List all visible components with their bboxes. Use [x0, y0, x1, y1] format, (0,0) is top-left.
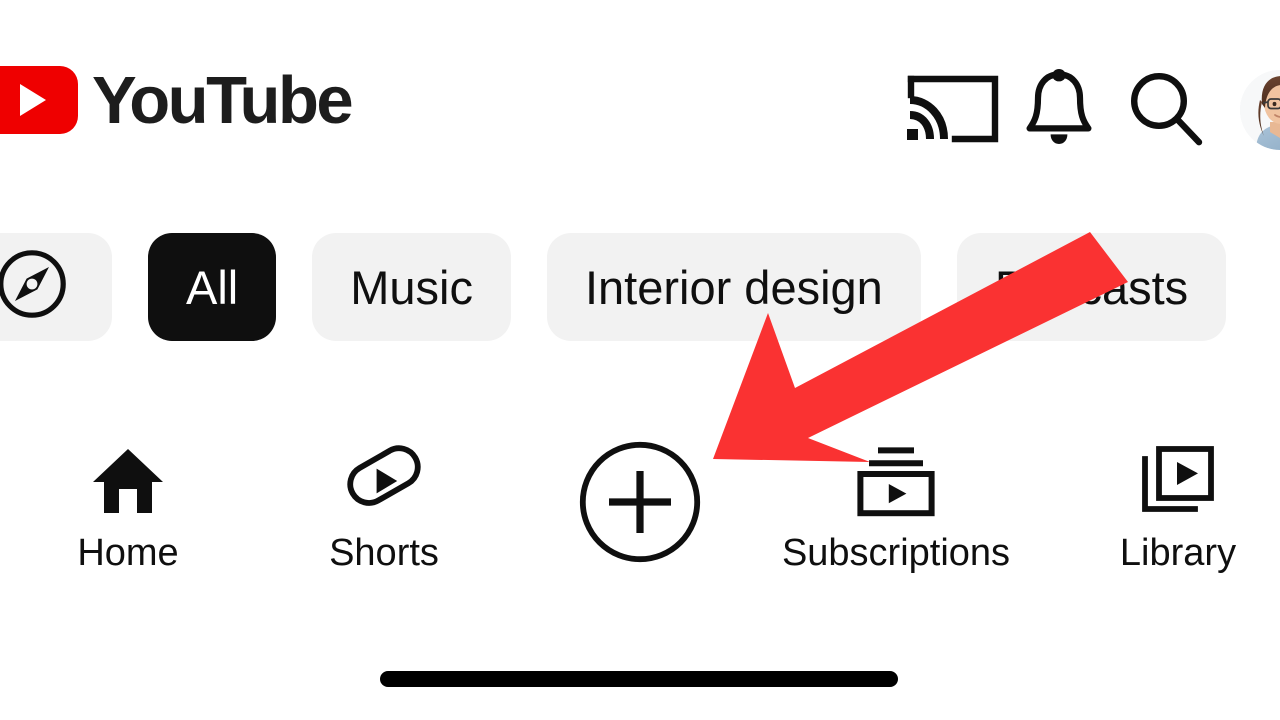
plus-circle-icon [579, 441, 701, 563]
chip-all-label: All [186, 260, 239, 314]
search-icon [1125, 69, 1205, 152]
app-bar-actions [900, 60, 1280, 160]
avatar[interactable] [1240, 70, 1280, 150]
chip-podcasts[interactable]: Podcasts [956, 233, 1227, 341]
play-triangle-icon [20, 84, 46, 116]
cast-button[interactable] [900, 60, 1006, 160]
nav-item-home-label: Home [77, 532, 179, 574]
notifications-button[interactable] [1006, 60, 1112, 160]
top-app-bar: YouTube [0, 0, 1280, 200]
nav-item-subscriptions-label: Subscriptions [781, 532, 1011, 574]
nav-item-home[interactable]: Home [0, 420, 256, 572]
home-icon [89, 442, 167, 520]
chip-explore[interactable] [0, 233, 112, 341]
subscriptions-icon [856, 442, 936, 520]
youtube-logo[interactable]: YouTube [0, 62, 354, 138]
shorts-icon [346, 442, 422, 520]
home-indicator [380, 671, 898, 687]
chip-music[interactable]: Music [312, 233, 511, 341]
nav-item-subscriptions[interactable]: Subscriptions [768, 420, 1024, 572]
youtube-app-screen: YouTube All Music Interior design Podcas… [0, 0, 1280, 720]
nav-item-library[interactable]: Library [1024, 420, 1280, 572]
bell-icon [1022, 68, 1096, 153]
chip-podcasts-label: Podcasts [994, 260, 1189, 314]
chip-music-label: Music [350, 260, 473, 314]
nav-item-library-label: Library [1119, 532, 1237, 574]
nav-item-shorts[interactable]: Shorts [256, 420, 512, 572]
youtube-play-badge-icon [0, 66, 78, 134]
chip-interior-design[interactable]: Interior design [546, 233, 921, 341]
nav-item-create[interactable] [512, 420, 768, 563]
cast-icon [907, 73, 999, 148]
youtube-wordmark: YouTube [92, 62, 354, 138]
search-button[interactable] [1112, 60, 1218, 160]
compass-icon [0, 247, 69, 328]
library-icon [1139, 442, 1217, 520]
category-chip-row[interactable]: All Music Interior design Podcasts [0, 228, 1280, 346]
chip-interior-design-label: Interior design [584, 260, 883, 314]
bottom-navigation-bar: Home Shorts Subscriptions Library [0, 420, 1280, 590]
nav-item-shorts-label: Shorts [329, 532, 439, 574]
chip-all[interactable]: All [148, 233, 277, 341]
